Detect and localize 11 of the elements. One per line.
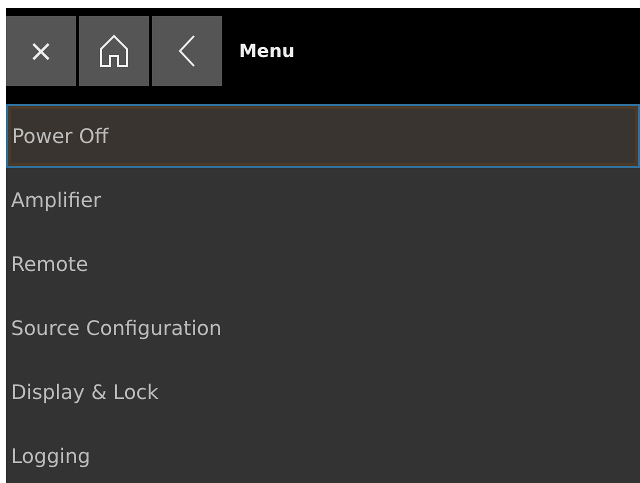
menu-item[interactable]: Power Off (6, 104, 640, 168)
menu-item[interactable]: Amplifier (6, 168, 640, 232)
menu-title: Menu (239, 40, 295, 64)
home-button[interactable] (79, 16, 149, 86)
close-button[interactable]: × (6, 16, 76, 86)
menu-item[interactable]: Source Configuration (6, 296, 640, 360)
menu-item[interactable]: Logging (6, 424, 640, 483)
home-icon (99, 34, 129, 68)
menu-item[interactable]: Remote (6, 232, 640, 296)
menu-item[interactable]: Display & Lock (6, 360, 640, 424)
back-icon (178, 34, 196, 68)
